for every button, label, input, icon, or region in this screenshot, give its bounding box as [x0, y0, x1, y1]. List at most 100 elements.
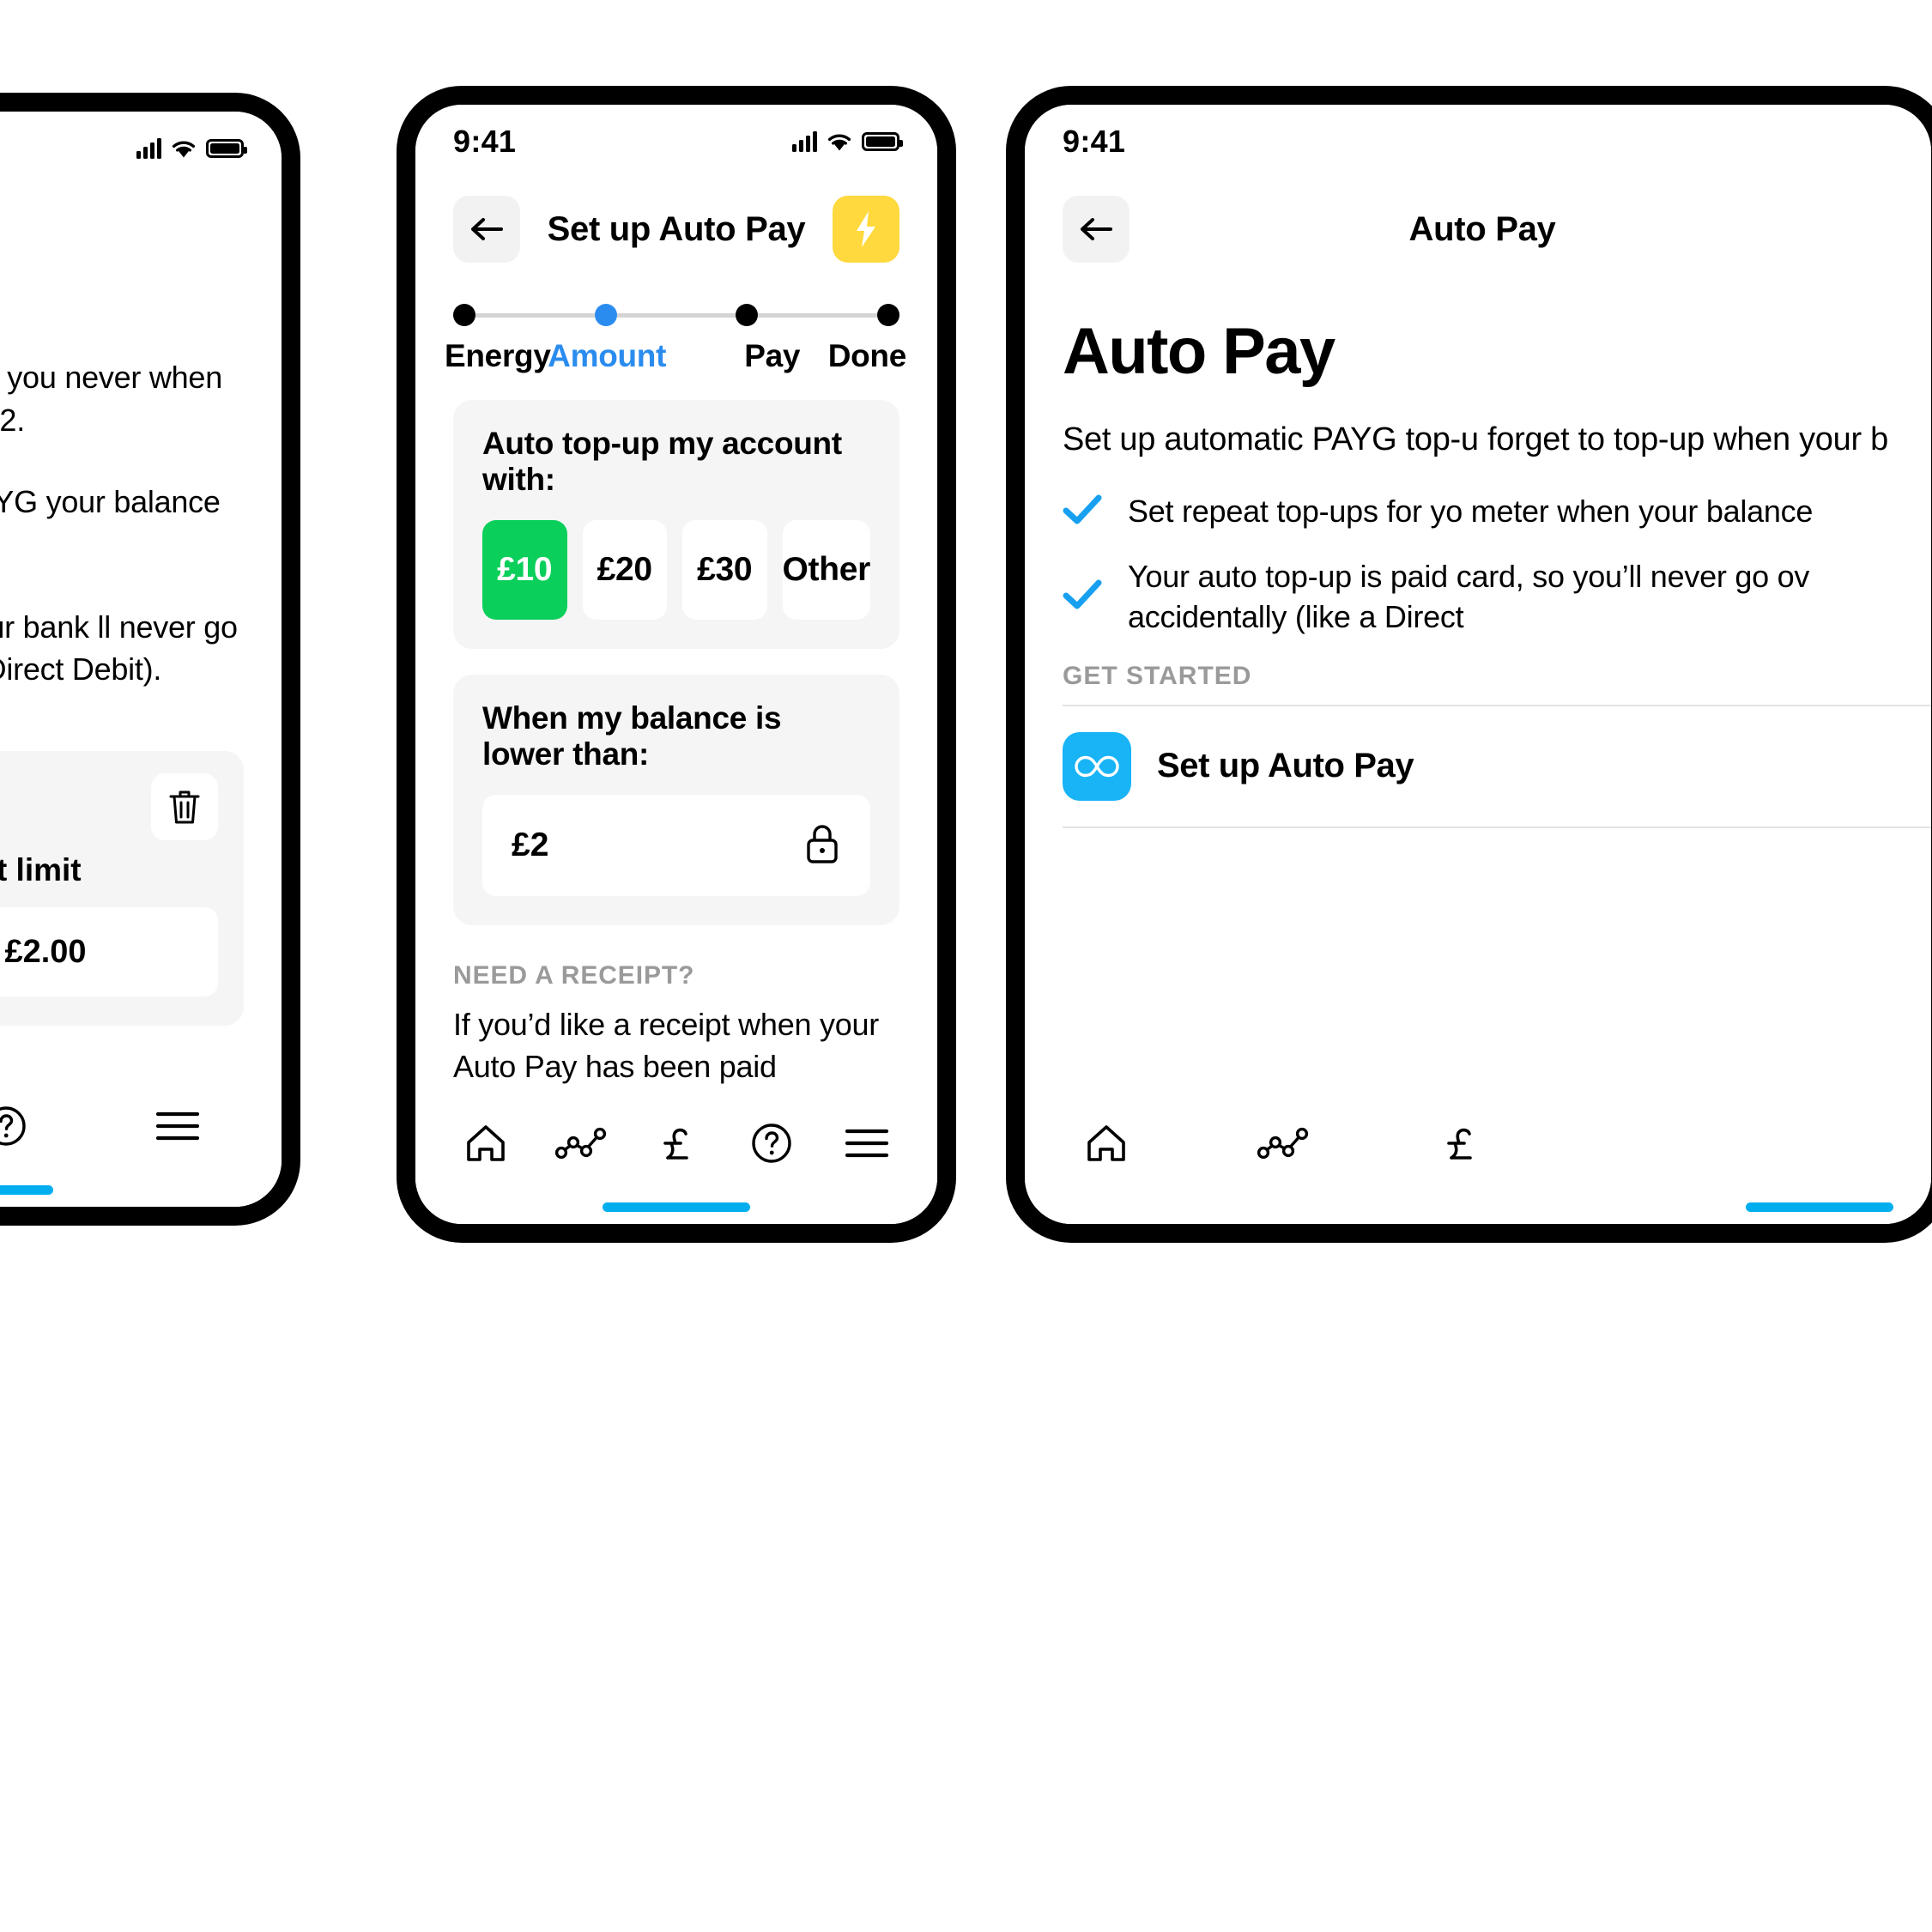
- page-title: Set up Auto Pay: [547, 209, 806, 248]
- pound-icon: [1447, 1128, 1472, 1160]
- phone1-status-icons: [136, 138, 247, 159]
- phone1-status-bar: [0, 112, 282, 185]
- phone2-home-indicator: [603, 1202, 750, 1212]
- home-icon: [1087, 1125, 1125, 1161]
- phone2-nav-bar: Set up Auto Pay: [415, 179, 937, 280]
- wifi-icon: [171, 139, 197, 159]
- bolt-icon: [857, 211, 875, 247]
- home-icon: [466, 1125, 505, 1161]
- tab-menu[interactable]: [139, 1087, 216, 1165]
- balance-threshold-card: When my balance is lower than: £2: [453, 675, 899, 925]
- screenshot-canvas: Auto Pay c PAYG top-ups so you never whe…: [0, 0, 1932, 1932]
- amount-option-10[interactable]: £10: [482, 520, 567, 620]
- page-title: Auto Pay: [1408, 209, 1556, 248]
- tab-menu[interactable]: [828, 1105, 905, 1182]
- step-label-amount: Amount: [548, 338, 667, 373]
- wifi-icon: [827, 132, 852, 152]
- list-item-set-up-auto-pay[interactable]: Set up Auto Pay: [1063, 706, 1893, 827]
- amount-option-other[interactable]: Other: [782, 520, 870, 620]
- phone1-page-title: Auto Pay: [0, 235, 282, 274]
- phone2-status-icons: [792, 131, 903, 152]
- topup-amount-card: Auto top-up my account with: £10 £20 £30…: [453, 400, 899, 649]
- tab-help[interactable]: [733, 1105, 810, 1182]
- arrow-left-icon: [1081, 218, 1112, 240]
- phone3-screen: 9:41 Auto Pay Auto Pay Set up automatic …: [1025, 105, 1931, 1224]
- phone3-benefits-list: Set repeat top-ups for yo meter when you…: [1063, 491, 1893, 638]
- stepper-line-1: [475, 312, 595, 318]
- phone2-status-time: 9:41: [453, 124, 517, 159]
- stepper-labels: Energy Amount Pay Done: [445, 338, 906, 374]
- signal-bars-icon: [792, 131, 817, 152]
- arrow-left-icon: [471, 218, 503, 240]
- balance-threshold-field[interactable]: £2: [482, 795, 870, 896]
- phone3-status-bar: 9:41: [1025, 105, 1931, 179]
- phone3-section-label: GET STARTED: [1063, 661, 1252, 690]
- phone-device-left: Auto Pay c PAYG top-ups so you never whe…: [0, 93, 300, 1226]
- tab-payments[interactable]: [638, 1105, 715, 1182]
- menu-icon: [155, 1111, 200, 1141]
- tab-home[interactable]: [1068, 1105, 1145, 1182]
- phone3-status-time: 9:41: [1063, 124, 1126, 159]
- topup-amount-title: Auto top-up my account with:: [482, 426, 842, 497]
- step-label-done: Done: [827, 338, 907, 373]
- phone-device-right: 9:41 Auto Pay Auto Pay Set up automatic …: [1006, 86, 1932, 1243]
- step-dot-done[interactable]: [877, 304, 900, 326]
- balance-threshold-title: When my balance is lower than:: [482, 700, 782, 772]
- phone1-credit-limit-card: Credit limit £2.00: [0, 751, 244, 1027]
- step-label-pay: Pay: [744, 338, 801, 373]
- benefit-text: Set repeat top-ups for yo meter when you…: [1128, 494, 1814, 530]
- usage-icon: [554, 1127, 606, 1160]
- stepper-track: [453, 304, 900, 326]
- signal-bars-icon: [136, 138, 161, 159]
- check-icon: [1063, 494, 1102, 530]
- trash-icon: [169, 790, 200, 824]
- benefit-item: Your auto top-up is paid card, so you’ll…: [1063, 556, 1893, 638]
- tab-help[interactable]: [0, 1087, 45, 1165]
- topup-amount-options: £10 £20 £30 Other: [482, 520, 870, 620]
- delete-button[interactable]: [151, 773, 218, 841]
- phone3-intro: Set up automatic PAYG top-u forget to to…: [1063, 421, 1888, 457]
- usage-icon: [1257, 1127, 1309, 1160]
- step-dot-energy[interactable]: [453, 304, 475, 326]
- phone-device-center: 9:41 Set up Auto Pay Energy Amount Pay D…: [397, 86, 956, 1243]
- battery-icon: [206, 139, 247, 158]
- phone1-value-row: £2.00: [0, 907, 218, 997]
- step-dot-amount[interactable]: [594, 304, 617, 326]
- receipt-eyebrow: NEED A RECEIPT?: [453, 961, 695, 990]
- tab-usage[interactable]: [542, 1105, 620, 1182]
- tab-usage[interactable]: [1245, 1105, 1322, 1182]
- pound-icon: [663, 1128, 688, 1160]
- phone2-status-bar: 9:41: [415, 105, 937, 179]
- lock-icon: [803, 822, 841, 869]
- phone1-credit-limit-value[interactable]: £2.00: [0, 907, 218, 997]
- battery-icon: [862, 132, 903, 151]
- phone1-paragraph-1: c PAYG top-ups so you never when your ba…: [0, 360, 222, 438]
- tab-home[interactable]: [447, 1105, 524, 1182]
- phone1-screen: Auto Pay c PAYG top-ups so you never whe…: [0, 112, 282, 1207]
- stepper-line-2: [616, 312, 736, 318]
- energy-shortcut-button[interactable]: [833, 196, 899, 263]
- amount-option-30[interactable]: £30: [682, 520, 767, 620]
- back-button[interactable]: [1063, 196, 1130, 263]
- check-icon: [1063, 578, 1102, 615]
- phone1-paragraph-2: op-ups for your PAYG your balance reache…: [0, 484, 221, 520]
- phone2-screen: 9:41 Set up Auto Pay Energy Amount Pay D…: [415, 105, 937, 1224]
- balance-threshold-value: £2: [512, 827, 549, 863]
- list-divider-bottom: [1063, 826, 1931, 828]
- tab-payments[interactable]: [1421, 1105, 1499, 1182]
- menu-icon: [845, 1129, 889, 1158]
- phone1-paragraph-3: -up is paid with your bank ll never go o…: [0, 609, 238, 687]
- help-icon: [0, 1106, 26, 1146]
- setup-stepper: Energy Amount Pay Done: [415, 280, 937, 374]
- stepper-line-3: [758, 312, 878, 318]
- phone1-home-indicator: [0, 1185, 53, 1195]
- phone3-home-indicator: [1746, 1202, 1893, 1212]
- help-icon: [752, 1123, 791, 1163]
- amount-option-20[interactable]: £20: [582, 520, 667, 620]
- phone3-heading: Auto Pay: [1063, 315, 1335, 388]
- step-dot-pay[interactable]: [736, 304, 759, 326]
- infinity-icon: [1063, 731, 1131, 801]
- back-button[interactable]: [453, 196, 520, 263]
- phone3-nav-bar: Auto Pay: [1025, 179, 1931, 280]
- benefit-text: Your auto top-up is paid card, so you’ll…: [1128, 558, 1810, 635]
